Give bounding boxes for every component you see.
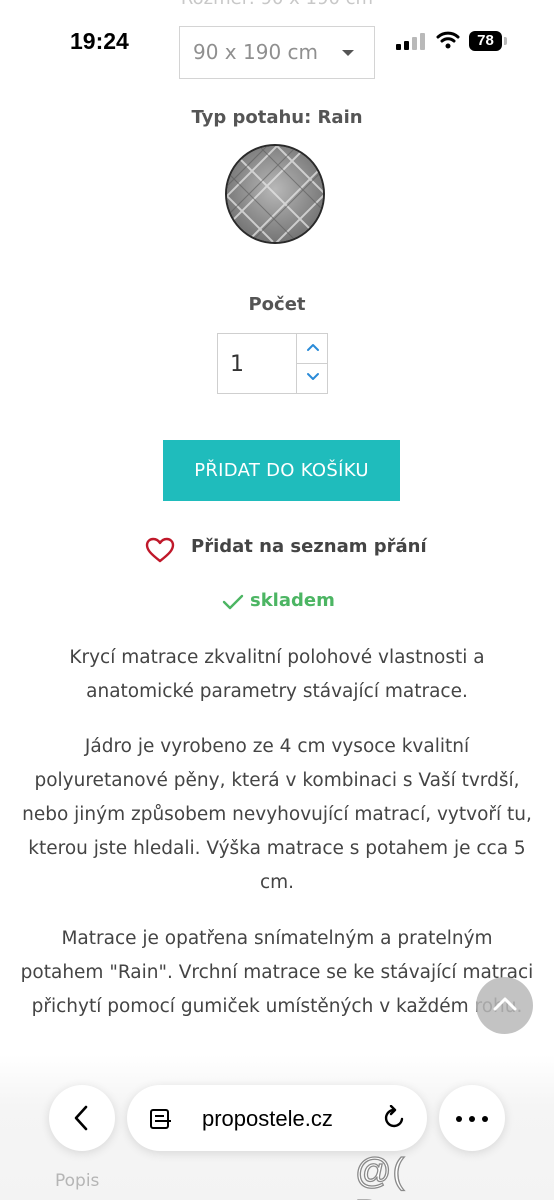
quantity-increase-button[interactable] (296, 334, 328, 364)
scroll-to-top-button[interactable] (476, 977, 533, 1034)
tab-popis[interactable]: Popis (55, 1171, 99, 1191)
status-time: 19:24 (70, 28, 129, 54)
back-button[interactable] (49, 1085, 115, 1151)
reload-icon[interactable] (381, 1105, 407, 1131)
wishlist-label: Přidat na seznam přání (191, 536, 427, 557)
battery-icon: 78 (469, 31, 507, 51)
more-options-button[interactable] (439, 1085, 505, 1151)
chevron-left-icon (74, 1105, 88, 1131)
reader-mode-icon[interactable] (149, 1108, 173, 1130)
cover-type-label: Typ potahu: Rain (191, 107, 363, 128)
bazos-watermark: @( Bazos.cz (354, 1149, 508, 1200)
chevron-down-icon (307, 373, 319, 380)
quantity-input[interactable]: 1 (230, 352, 244, 377)
add-to-cart-button[interactable]: PŘIDAT DO KOŠÍKU (163, 440, 400, 501)
description-paragraph: Matrace je opatřena snímatelným a pratel… (20, 928, 534, 1017)
chevron-up-icon (307, 344, 319, 351)
quantity-label: Počet (248, 294, 306, 315)
address-bar[interactable]: propostele.cz (127, 1085, 427, 1151)
battery-level: 78 (469, 31, 502, 51)
description-paragraph: Jádro je vyrobeno ze 4 cm vysoce kvalitn… (22, 736, 532, 893)
description-paragraph: Krycí matrace zkvalitní polohové vlastno… (69, 647, 485, 702)
quantity-stepper: 1 (217, 333, 328, 394)
heart-icon (145, 537, 175, 563)
stock-label: skladem (250, 590, 335, 611)
url-text: propostele.cz (202, 1106, 333, 1131)
fabric-swatch-icon[interactable] (225, 144, 325, 244)
wifi-icon (436, 30, 460, 50)
chevron-up-icon (493, 997, 517, 1011)
cellular-signal-icon (396, 32, 426, 50)
size-caption-faded: Rozmer: 90 x 190 cm (0, 0, 554, 9)
quantity-decrease-button[interactable] (296, 364, 328, 394)
status-bar: Rozmer: 90 x 190 cm 19:24 78 (0, 0, 554, 80)
checkmark-icon (222, 594, 244, 610)
